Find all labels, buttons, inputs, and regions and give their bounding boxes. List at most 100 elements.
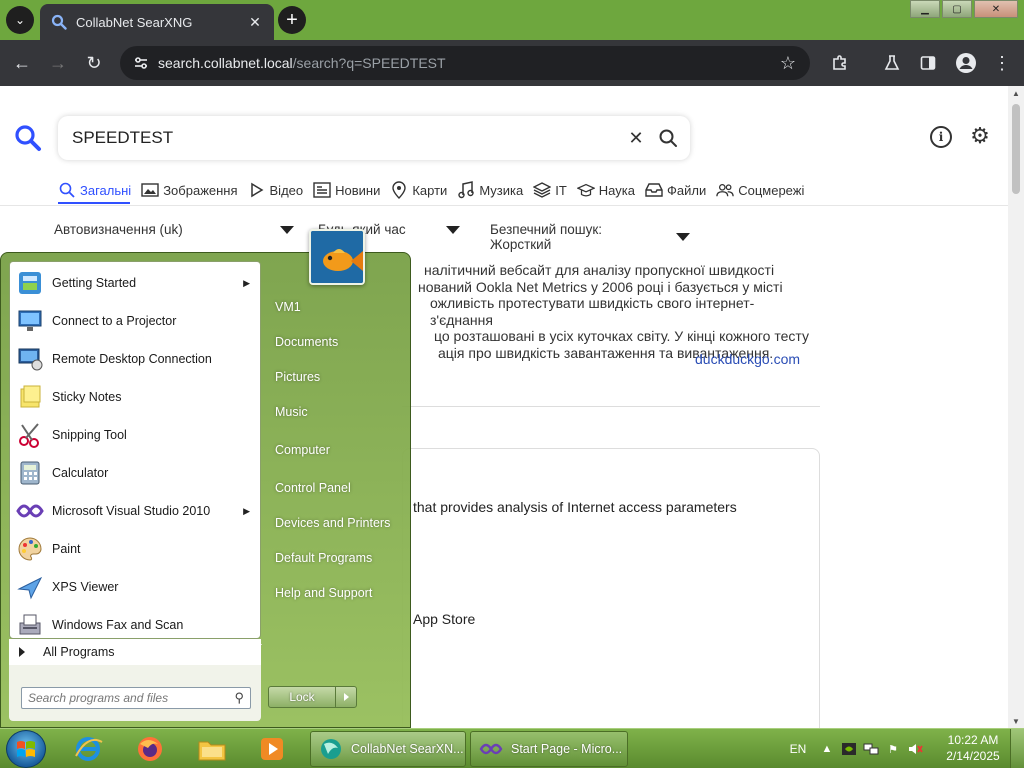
profile-button[interactable] bbox=[952, 49, 980, 77]
start-menu-place[interactable]: Documents bbox=[263, 328, 409, 356]
start-menu-program[interactable]: Paint bbox=[10, 530, 260, 568]
infobox-link[interactable]: App Store bbox=[413, 611, 475, 627]
category-tab[interactable]: IT bbox=[533, 178, 567, 202]
category-tab[interactable]: Зображення bbox=[141, 178, 238, 202]
maximize-button[interactable]: ▢ bbox=[942, 0, 972, 18]
reload-button[interactable]: ↻ bbox=[80, 49, 108, 77]
scroll-up-icon[interactable]: ▲ bbox=[1008, 86, 1024, 100]
start-menu-program[interactable]: Connect to a Projector bbox=[10, 302, 260, 340]
action-center-flag-icon[interactable]: ⚑ bbox=[882, 738, 904, 760]
start-menu-program[interactable]: Sticky Notes bbox=[10, 378, 260, 416]
labs-button[interactable] bbox=[878, 49, 906, 77]
info-icon[interactable]: i bbox=[930, 126, 952, 148]
gear-icon[interactable]: ⚙ bbox=[968, 123, 992, 148]
shutdown-options-button[interactable] bbox=[335, 686, 357, 708]
start-menu-place[interactable]: Devices and Printers bbox=[263, 509, 409, 537]
back-button[interactable]: ← bbox=[8, 49, 36, 77]
page-scrollbar[interactable]: ▲ ▼ bbox=[1008, 86, 1024, 728]
category-tabs: Загальні Зображення Відео Новини Карти Музика… bbox=[58, 178, 814, 202]
search-box[interactable]: SPEEDTEST ✕ bbox=[58, 116, 690, 160]
start-menu-place[interactable]: Control Panel bbox=[263, 474, 409, 502]
start-menu-place[interactable]: Pictures bbox=[263, 363, 409, 391]
start-button[interactable] bbox=[6, 730, 46, 768]
language-filter[interactable]: Автовизначення (uk) bbox=[54, 222, 294, 237]
triangle-right-icon bbox=[19, 647, 25, 657]
window-controls: ▁ ▢ ✕ bbox=[908, 0, 1018, 18]
start-menu-program[interactable]: Microsoft Visual Studio 2010 ▶ bbox=[10, 492, 260, 530]
input-language[interactable]: EN bbox=[780, 742, 816, 756]
lock-button[interactable]: Lock bbox=[268, 686, 336, 708]
taskbar-explorer-button[interactable] bbox=[188, 732, 236, 766]
start-menu-place[interactable]: Music bbox=[263, 398, 409, 426]
show-desktop-button[interactable] bbox=[1010, 729, 1024, 768]
category-tab[interactable]: Новини bbox=[313, 178, 380, 202]
all-programs-label: All Programs bbox=[43, 645, 115, 659]
nvidia-icon[interactable] bbox=[838, 738, 860, 760]
taskbar-task-visual-studio[interactable]: Start Page - Micro... bbox=[470, 731, 628, 767]
reload-icon: ↻ bbox=[86, 52, 102, 73]
taskbar-task-chrome[interactable]: CollabNet SearXN... bbox=[310, 731, 466, 767]
taskbar-firefox-button[interactable] bbox=[126, 732, 174, 766]
user-picture[interactable] bbox=[309, 229, 365, 285]
result-divider bbox=[402, 406, 820, 407]
tab-search-button[interactable]: ⌄ bbox=[6, 6, 34, 34]
category-tab[interactable]: Наука bbox=[576, 178, 635, 202]
start-menu-program[interactable]: Getting Started ▶ bbox=[10, 264, 260, 302]
minimize-button[interactable]: ▁ bbox=[910, 0, 940, 18]
scroll-down-icon[interactable]: ▼ bbox=[1008, 714, 1024, 728]
bookmark-star-icon[interactable]: ☆ bbox=[774, 53, 802, 74]
extensions-button[interactable] bbox=[826, 49, 854, 77]
all-programs-button[interactable]: All Programs bbox=[9, 639, 261, 665]
category-tab-label: Соцмережі bbox=[738, 182, 805, 198]
windows-logo-icon bbox=[17, 741, 35, 757]
search-submit-icon[interactable] bbox=[656, 126, 680, 150]
category-tab-label: Зображення bbox=[163, 182, 238, 198]
forward-button[interactable]: → bbox=[44, 49, 72, 77]
start-search-input[interactable]: Search programs and files ⚲ bbox=[21, 687, 251, 709]
menu-button[interactable]: ⋮ bbox=[988, 49, 1016, 77]
category-tab-label: Новини bbox=[335, 182, 381, 198]
taskbar-ie-button[interactable] bbox=[64, 732, 112, 766]
network-icon[interactable] bbox=[860, 738, 882, 760]
address-bar[interactable]: search.collabnet.local/search?q=SPEEDTES… bbox=[120, 46, 810, 80]
clear-search-icon[interactable]: ✕ bbox=[624, 126, 648, 150]
taskbar-clock[interactable]: 10:22 AM 2/14/2025 bbox=[940, 732, 1006, 764]
category-tab[interactable]: Музика bbox=[457, 178, 523, 202]
browser-tab[interactable]: CollabNet SearXNG ✕ bbox=[40, 4, 274, 40]
taskbar-media-player-button[interactable] bbox=[248, 732, 296, 766]
searxng-favicon-icon bbox=[50, 13, 68, 31]
search-query[interactable]: SPEEDTEST bbox=[72, 128, 173, 148]
site-info-icon[interactable] bbox=[130, 52, 152, 74]
start-menu-place[interactable]: Help and Support bbox=[263, 579, 409, 607]
category-tab[interactable]: Відео bbox=[248, 178, 303, 202]
fax-icon bbox=[14, 609, 46, 641]
close-window-button[interactable]: ✕ bbox=[974, 0, 1018, 18]
fish-avatar-icon bbox=[311, 231, 363, 283]
language-filter-value: Автовизначення (uk) bbox=[54, 222, 183, 237]
category-tab[interactable]: Карти bbox=[390, 178, 447, 202]
start-menu-place[interactable]: Default Programs bbox=[263, 544, 409, 572]
safe-search-value: Безпечний пошук: Жорсткий bbox=[490, 222, 603, 252]
volume-muted-icon[interactable] bbox=[904, 738, 926, 760]
start-menu-program-label: Paint bbox=[52, 542, 81, 556]
start-menu-program[interactable]: Snipping Tool bbox=[10, 416, 260, 454]
category-tab[interactable]: Соцмережі bbox=[716, 178, 804, 202]
safe-search-filter[interactable]: Безпечний пошук: Жорсткий bbox=[490, 222, 690, 252]
category-tab[interactable]: Загальні bbox=[58, 178, 131, 202]
searxng-logo-icon[interactable] bbox=[14, 124, 42, 152]
side-panel-button[interactable] bbox=[914, 49, 942, 77]
start-menu-place[interactable]: VM1 bbox=[263, 293, 409, 321]
tray-overflow-icon[interactable]: ▲ bbox=[816, 738, 838, 760]
start-menu-program[interactable]: XPS Viewer bbox=[10, 568, 260, 606]
start-menu-program[interactable]: Calculator bbox=[10, 454, 260, 492]
start-menu-program[interactable]: Remote Desktop Connection bbox=[10, 340, 260, 378]
sticky-notes-icon bbox=[14, 381, 46, 413]
close-tab-icon[interactable]: ✕ bbox=[244, 11, 266, 33]
start-menu-place[interactable]: Computer bbox=[263, 436, 409, 464]
scroll-thumb[interactable] bbox=[1012, 104, 1020, 194]
graduation-cap-icon bbox=[576, 181, 595, 199]
result-source-link[interactable]: duckduckgo.com bbox=[695, 351, 800, 367]
search-icon[interactable]: ⚲ bbox=[234, 690, 244, 706]
new-tab-button[interactable]: + bbox=[278, 6, 306, 34]
category-tab[interactable]: Файли bbox=[645, 178, 706, 202]
